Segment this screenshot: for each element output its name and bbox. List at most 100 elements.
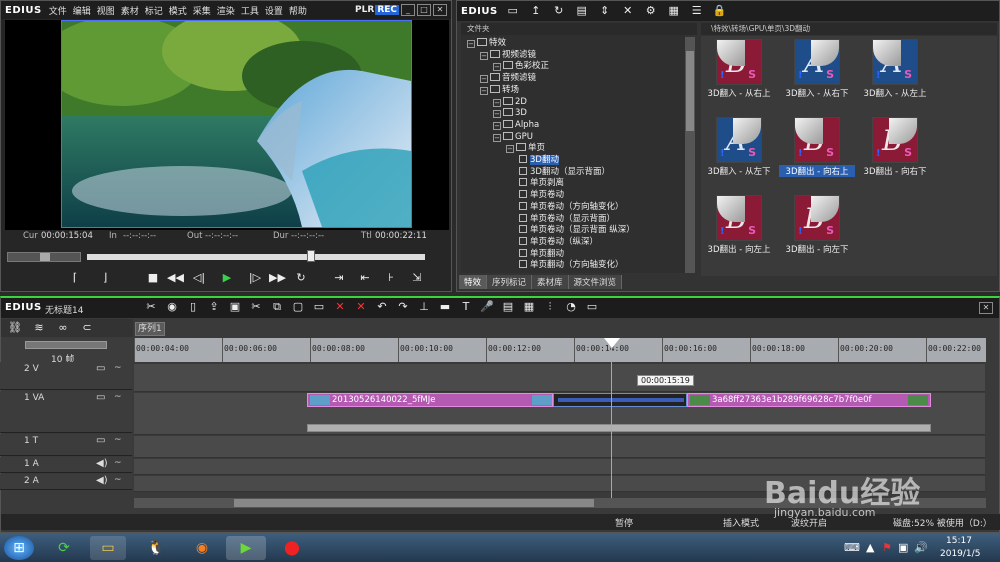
video-clip-1[interactable]: 20130526140022_5fMJe: [307, 393, 553, 407]
tree-node[interactable]: − 2D: [493, 96, 527, 108]
effect-item[interactable]: BS! 3D翻出 - 向左下: [779, 195, 855, 255]
tree-node[interactable]: − 视频滤镜: [480, 49, 536, 61]
redo-icon[interactable]: ↷: [395, 300, 411, 314]
title-icon[interactable]: T: [458, 300, 474, 314]
track-mute-icon[interactable]: ~: [114, 435, 122, 445]
mark-in-icon[interactable]: ⌈: [67, 271, 83, 285]
effect-tab[interactable]: 序列标记: [487, 275, 533, 289]
collapse-icon[interactable]: −: [480, 86, 488, 95]
track-toggle-icon[interactable]: ◀): [96, 475, 108, 486]
menu-item[interactable]: 模式: [169, 4, 187, 17]
effect-item[interactable]: AS! 3D翻入 - 从右下: [779, 39, 855, 99]
tree-node[interactable]: 3D翻动（显示背面）: [519, 166, 610, 178]
tree-node[interactable]: 单页翻动（方向轴变化）: [519, 259, 624, 271]
shuttle-slider[interactable]: [7, 252, 81, 262]
undo-icon[interactable]: ↶: [374, 300, 390, 314]
menu-item[interactable]: 视图: [97, 4, 115, 17]
collapse-icon[interactable]: −: [493, 133, 501, 142]
refresh-app-icon[interactable]: ⟳: [48, 536, 80, 560]
track-header[interactable]: 1 A ◀) ~: [0, 457, 132, 473]
play-icon[interactable]: ▶: [219, 271, 235, 285]
tray-volume-icon[interactable]: 🔊: [914, 541, 928, 554]
qq-icon[interactable]: 🐧: [140, 536, 172, 560]
clock-time[interactable]: 15:17: [946, 536, 972, 546]
tree-node[interactable]: 单页卷动（方向轴变化）: [519, 201, 624, 213]
track-header[interactable]: 2 V ▭ ~: [0, 362, 132, 390]
trim-icon[interactable]: ⊦: [383, 271, 399, 285]
collapse-icon[interactable]: −: [493, 98, 501, 107]
rewind-icon[interactable]: ◀◀: [167, 271, 184, 285]
effect-item[interactable]: AS! 3D翻入 - 从左下: [701, 117, 777, 177]
menu-item[interactable]: 工具: [241, 4, 259, 17]
overwrite-icon[interactable]: ⇤: [357, 271, 373, 285]
tree-node[interactable]: − 3D: [493, 107, 527, 119]
record-icon[interactable]: ⬤: [276, 536, 308, 560]
effect-tab[interactable]: 源文件浏览: [568, 275, 623, 289]
video-clip-2[interactable]: 3a68ff27363e1b289f69628c7b7f0e0f: [687, 393, 931, 407]
plr-badge[interactable]: PLR: [355, 5, 374, 15]
track-toggle-icon[interactable]: ◀): [96, 458, 108, 469]
menu-item[interactable]: 标记: [145, 4, 163, 17]
open-icon[interactable]: ⇪: [206, 300, 222, 314]
tree-node[interactable]: − 特效: [467, 37, 506, 49]
tree-node[interactable]: 单页翻动: [519, 248, 564, 260]
tree-node[interactable]: − GPU: [493, 131, 533, 143]
track-mute-icon[interactable]: ~: [114, 363, 122, 373]
tree-node[interactable]: 单页卷动（纵深）: [519, 236, 598, 248]
clock-icon[interactable]: ◔: [563, 300, 579, 314]
copy-icon[interactable]: ⧉: [269, 300, 285, 314]
maximize-button[interactable]: □: [417, 4, 431, 16]
render-icon[interactable]: ▤: [500, 300, 516, 314]
tree-node[interactable]: − Alpha: [493, 119, 539, 131]
group-icon[interactable]: ≋: [31, 321, 47, 335]
marker-icon[interactable]: ⊥: [416, 300, 432, 314]
effect-tab[interactable]: 特效: [459, 275, 488, 289]
effect-item[interactable]: BS! 3D翻出 - 向右上: [779, 117, 855, 177]
track-mute-icon[interactable]: ~: [114, 458, 122, 468]
position-slider[interactable]: [87, 250, 425, 262]
menu-item[interactable]: 采集: [193, 4, 211, 17]
sync-icon[interactable]: ∞: [55, 321, 71, 335]
collapse-icon[interactable]: −: [467, 40, 475, 48]
grid-icon[interactable]: ▦: [521, 300, 537, 314]
transition-mark[interactable]: [553, 393, 687, 407]
insert-icon[interactable]: ⇥: [331, 271, 347, 285]
link-icon[interactable]: ⛓: [7, 321, 23, 335]
effect-item[interactable]: AS! 3D翻入 - 从左上: [857, 39, 933, 99]
mixer-icon[interactable]: ⫶: [542, 300, 558, 314]
menu-item[interactable]: 设置: [265, 4, 283, 17]
delete-icon[interactable]: ✕: [620, 4, 636, 18]
refresh-icon[interactable]: ↻: [551, 4, 567, 18]
effect-tab[interactable]: 素材库: [532, 275, 569, 289]
zoom-slider[interactable]: [25, 341, 107, 349]
tree-node[interactable]: 单页卷动（显示背面 纵深）: [519, 224, 635, 236]
tree-node[interactable]: − 色彩校正: [493, 60, 549, 72]
track-2v-area[interactable]: [134, 364, 985, 392]
audio-clip[interactable]: [307, 424, 931, 432]
track-1t-area[interactable]: [134, 436, 985, 458]
tray-arrow-icon[interactable]: ▲: [866, 541, 874, 554]
sequence-tab[interactable]: 序列1: [135, 322, 165, 336]
menu-item[interactable]: 帮助: [289, 4, 307, 17]
tree-node[interactable]: 3D翻动: [519, 154, 559, 166]
effect-item[interactable]: BS! 3D翻出 - 向左上: [701, 195, 777, 255]
sort-icon[interactable]: ⇕: [597, 4, 613, 18]
timeline-close-button[interactable]: ✕: [979, 302, 993, 314]
capture-icon[interactable]: ◉: [164, 300, 180, 314]
track-header[interactable]: 1 T ▭ ~: [0, 434, 132, 456]
tree-node[interactable]: 单页剥离: [519, 177, 564, 189]
tree-node[interactable]: 单页卷动: [519, 189, 564, 201]
menu-item[interactable]: 编辑: [73, 4, 91, 17]
explorer-icon[interactable]: ▭: [90, 536, 126, 560]
collapse-icon[interactable]: −: [480, 75, 488, 84]
track-toggle-icon[interactable]: ▭: [96, 363, 105, 374]
ripple-delete-icon[interactable]: ✕: [353, 300, 369, 314]
firefox-icon[interactable]: ◉: [186, 536, 218, 560]
paste-insert-icon[interactable]: ▭: [311, 300, 327, 314]
trim-tool-icon[interactable]: ▬: [437, 300, 453, 314]
rec-badge[interactable]: REC: [375, 5, 399, 15]
tree-node[interactable]: − 音频滤镜: [480, 72, 536, 84]
collapse-icon[interactable]: −: [506, 145, 514, 154]
folder-icon[interactable]: ▭: [505, 4, 521, 18]
save-icon[interactable]: ▣: [227, 300, 243, 314]
